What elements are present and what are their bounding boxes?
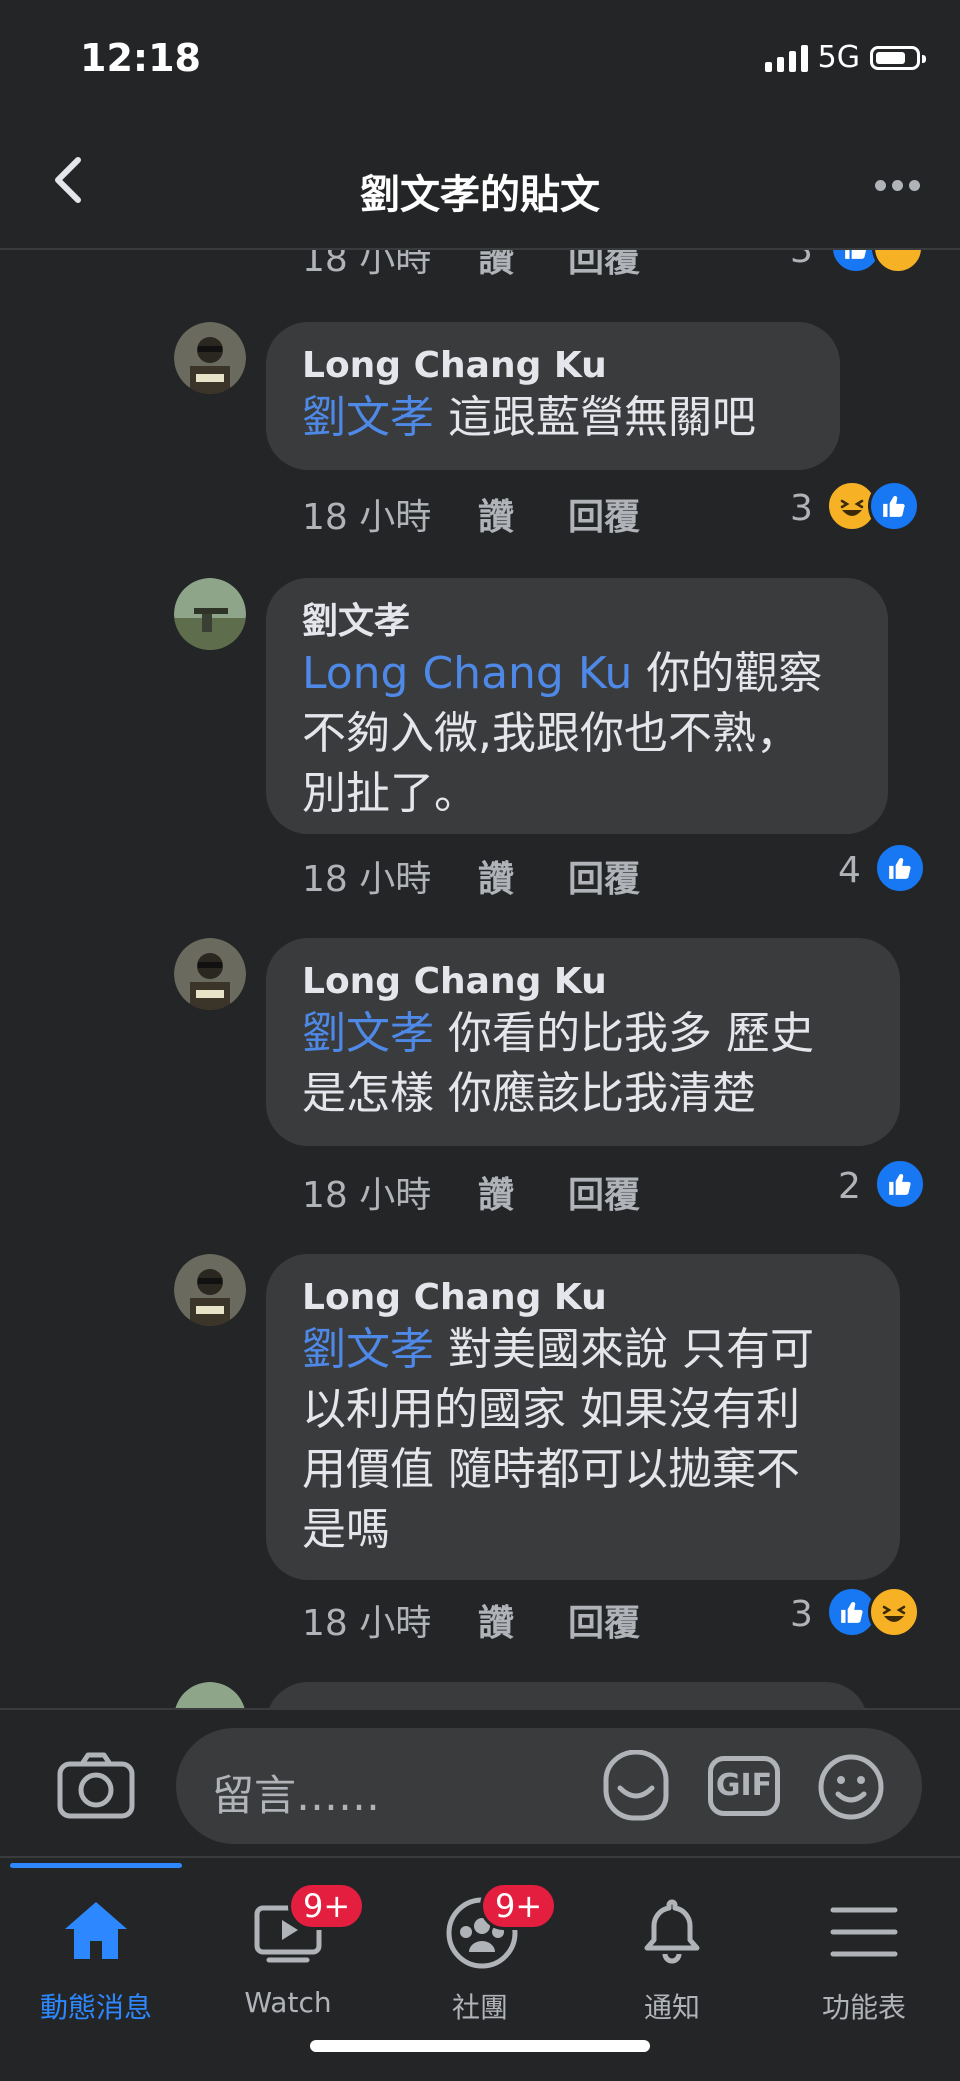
comment-placeholder: 留言…… bbox=[212, 1771, 381, 1820]
comment-bubble[interactable]: Long Chang Ku 劉文孝 你看的比我多 歷史 是怎樣 你應該比我清楚 bbox=[266, 938, 900, 1146]
comment-input[interactable]: 留言…… GIF bbox=[176, 1728, 922, 1844]
reply-link[interactable]: 回覆 bbox=[568, 1166, 640, 1218]
mention-link[interactable]: 劉文孝 bbox=[302, 1324, 434, 1375]
notification-badge: 9+ bbox=[288, 1882, 366, 1930]
tab-groups[interactable]: 9+ 社團 bbox=[384, 1858, 576, 2028]
sticker-icon[interactable] bbox=[600, 1749, 674, 1824]
tab-label: 社團 bbox=[451, 1991, 508, 2024]
like-link[interactable]: 讚 bbox=[478, 1594, 514, 1646]
comment-author[interactable]: Long Chang Ku bbox=[302, 344, 804, 388]
reaction-count: 3 bbox=[790, 1594, 813, 1635]
mention-link[interactable]: 劉文孝 bbox=[302, 392, 434, 443]
comment-text: 用價值 隨時都可以拋棄不 bbox=[302, 1444, 800, 1495]
avatar[interactable] bbox=[174, 1254, 246, 1326]
emoji-icon[interactable] bbox=[816, 1752, 886, 1822]
comment-text: 你看的比我多 歷史 bbox=[434, 1008, 814, 1059]
comment-text: 這跟藍營無關吧 bbox=[434, 392, 756, 443]
notification-badge: 9+ bbox=[480, 1882, 558, 1930]
camera-icon[interactable] bbox=[56, 1750, 136, 1820]
mention-link[interactable]: 劉文孝 bbox=[302, 1008, 434, 1059]
reaction-icons[interactable] bbox=[874, 1158, 926, 1210]
reaction-count: 2 bbox=[838, 1166, 861, 1207]
comment-text: 別扯了。 bbox=[302, 768, 478, 819]
reply-link[interactable]: 回覆 bbox=[568, 850, 640, 902]
comment-text: 你的觀察 bbox=[632, 648, 823, 699]
bell-icon bbox=[637, 1896, 707, 1966]
battery-icon bbox=[870, 45, 926, 70]
home-icon bbox=[61, 1896, 131, 1966]
comment-bubble[interactable] bbox=[266, 1682, 868, 1708]
mention-link[interactable]: Long Chang Ku bbox=[302, 648, 632, 699]
like-icon bbox=[874, 1158, 926, 1210]
reaction-count: 3 bbox=[790, 488, 813, 529]
reaction-icons[interactable] bbox=[874, 842, 926, 894]
like-link[interactable]: 讚 bbox=[478, 850, 514, 902]
tab-label: 通知 bbox=[643, 1991, 700, 2024]
reply-link[interactable]: 回覆 bbox=[568, 250, 640, 282]
comment-time: 18 小時 bbox=[302, 497, 432, 538]
reaction-icons[interactable] bbox=[830, 250, 924, 274]
like-link[interactable]: 讚 bbox=[478, 488, 514, 540]
tab-watch[interactable]: 9+ Watch bbox=[192, 1858, 384, 2028]
comment-time: 18 小時 bbox=[302, 250, 432, 280]
haha-icon bbox=[872, 250, 924, 274]
haha-icon bbox=[868, 1586, 920, 1638]
avatar[interactable] bbox=[174, 1682, 246, 1708]
tab-menu[interactable]: 功能表 bbox=[768, 1858, 960, 2028]
post-header: 劉文孝的貼文 bbox=[0, 100, 960, 250]
more-options-icon[interactable] bbox=[875, 180, 920, 191]
comment-bubble[interactable]: Long Chang Ku 劉文孝 這跟藍營無關吧 bbox=[266, 322, 840, 470]
network-label: 5G bbox=[817, 40, 860, 75]
like-icon bbox=[874, 842, 926, 894]
reply-link[interactable]: 回覆 bbox=[568, 488, 640, 540]
like-link[interactable]: 讚 bbox=[478, 250, 514, 282]
comment-time: 18 小時 bbox=[302, 1175, 432, 1216]
avatar[interactable] bbox=[174, 938, 246, 1010]
avatar[interactable] bbox=[174, 578, 246, 650]
reaction-count: 3 bbox=[790, 250, 813, 271]
comment-text: 不夠入微,我跟你也不熟， bbox=[302, 708, 800, 759]
comment-author[interactable]: 劉文孝 bbox=[302, 600, 852, 644]
comment-text: 是嗎 bbox=[302, 1504, 390, 1555]
comment-author[interactable]: Long Chang Ku bbox=[302, 960, 864, 1004]
reaction-count: 4 bbox=[838, 850, 861, 891]
gif-button[interactable]: GIF bbox=[708, 1756, 780, 1816]
tab-label: Watch bbox=[244, 1986, 332, 2019]
like-link[interactable]: 讚 bbox=[478, 1166, 514, 1218]
signal-icon bbox=[764, 44, 808, 72]
comment-thread: 18 小時 讚 回覆 3 Long Chang Ku 劉文孝 這跟藍營無關吧 1… bbox=[0, 250, 960, 1708]
tab-news-feed[interactable]: 動態消息 bbox=[0, 1858, 192, 2028]
tab-label: 功能表 bbox=[821, 1991, 906, 2024]
like-icon bbox=[868, 480, 920, 532]
home-indicator bbox=[310, 2040, 650, 2052]
comment-text: 是怎樣 你應該比我清楚 bbox=[302, 1068, 756, 1119]
reaction-icons[interactable] bbox=[826, 480, 920, 532]
comment-composer: 留言…… GIF bbox=[0, 1708, 960, 1858]
reaction-icons[interactable] bbox=[826, 1586, 920, 1638]
tab-label: 動態消息 bbox=[39, 1991, 152, 2024]
comment-text: 對美國來說 只有可 bbox=[434, 1324, 814, 1375]
menu-icon bbox=[829, 1896, 899, 1966]
reply-link[interactable]: 回覆 bbox=[568, 1594, 640, 1646]
comment-time: 18 小時 bbox=[302, 859, 432, 900]
status-indicators: 5G bbox=[764, 40, 926, 75]
comment-bubble[interactable]: Long Chang Ku 劉文孝 對美國來說 只有可 以利用的國家 如果沒有利… bbox=[266, 1254, 900, 1580]
avatar[interactable] bbox=[174, 322, 246, 394]
comment-bubble[interactable]: 劉文孝 Long Chang Ku 你的觀察 不夠入微,我跟你也不熟， 別扯了。 bbox=[266, 578, 888, 834]
status-time: 12:18 bbox=[80, 36, 201, 80]
comment-author[interactable]: Long Chang Ku bbox=[302, 1276, 864, 1320]
comment-text: 以利用的國家 如果沒有利 bbox=[302, 1384, 800, 1435]
page-title: 劉文孝的貼文 bbox=[360, 172, 600, 218]
tab-notifications[interactable]: 通知 bbox=[576, 1858, 768, 2028]
comment-time: 18 小時 bbox=[302, 1603, 432, 1644]
